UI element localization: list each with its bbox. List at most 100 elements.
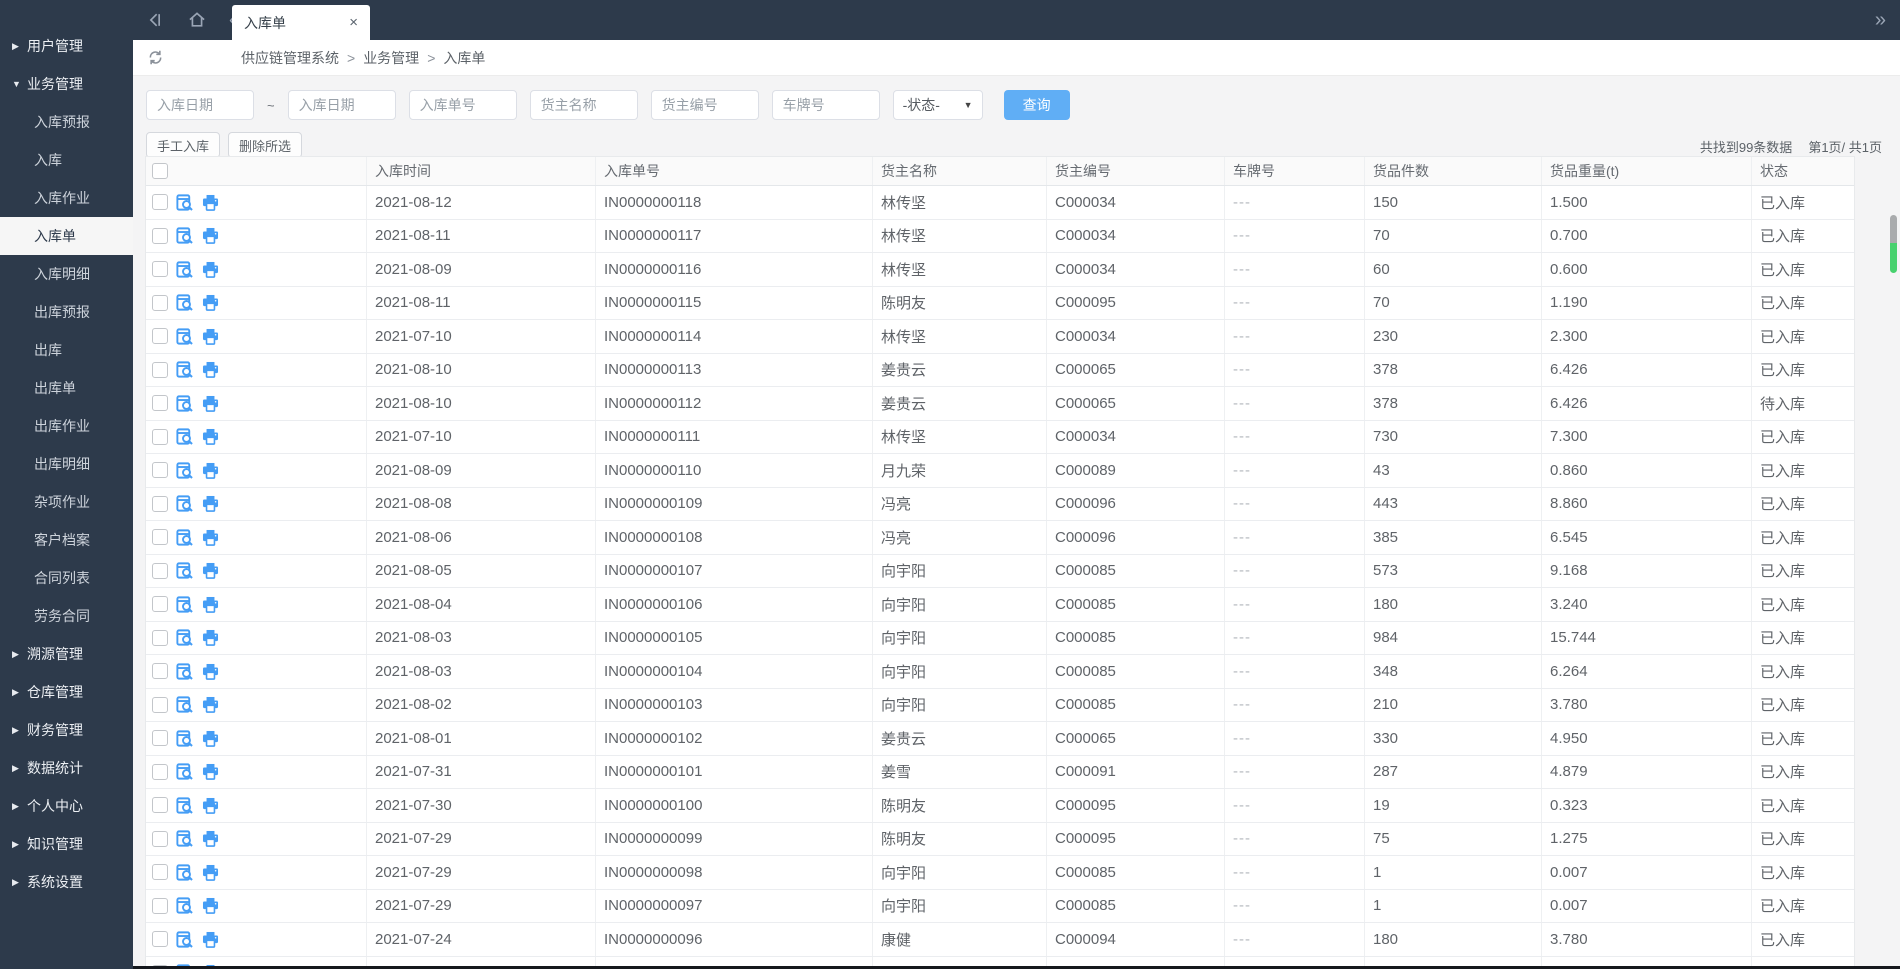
sidebar-item[interactable]: ▶ 数据统计 (0, 749, 133, 787)
view-detail-icon[interactable] (175, 226, 194, 245)
owner-name-input[interactable] (529, 90, 638, 120)
view-detail-icon[interactable] (175, 461, 194, 480)
print-icon[interactable] (201, 796, 220, 815)
scrollbar-thumb[interactable] (1890, 215, 1897, 243)
print-icon[interactable] (201, 193, 220, 212)
sidebar-item[interactable]: 劳务合同 (0, 597, 133, 635)
sidebar-item[interactable]: 杂项作业 (0, 483, 133, 521)
home-icon[interactable] (187, 10, 207, 30)
view-detail-icon[interactable] (175, 327, 194, 346)
order-no-input[interactable] (408, 90, 517, 120)
sidebar-item[interactable]: ▼ 业务管理 (0, 65, 133, 103)
view-detail-icon[interactable] (175, 863, 194, 882)
view-detail-icon[interactable] (175, 293, 194, 312)
sidebar-item[interactable]: 入库作业 (0, 179, 133, 217)
refresh-icon[interactable] (146, 48, 165, 67)
row-checkbox[interactable] (152, 294, 168, 311)
manual-inbound-button[interactable]: 手工入库 (146, 132, 221, 158)
print-icon[interactable] (201, 327, 220, 346)
print-icon[interactable] (201, 528, 220, 547)
view-detail-icon[interactable] (175, 394, 194, 413)
sidebar-item[interactable]: ▶ 财务管理 (0, 711, 133, 749)
view-detail-icon[interactable] (175, 729, 194, 748)
row-checkbox[interactable] (152, 529, 168, 546)
row-checkbox[interactable] (152, 495, 168, 512)
sidebar-item[interactable]: 客户档案 (0, 521, 133, 559)
print-icon[interactable] (201, 494, 220, 513)
plate-no-input[interactable] (771, 90, 880, 120)
owner-code-input[interactable] (650, 90, 759, 120)
sidebar-item[interactable]: ▶ 溯源管理 (0, 635, 133, 673)
row-checkbox[interactable] (152, 897, 168, 914)
sidebar-item[interactable]: ▶ 系统设置 (0, 863, 133, 901)
sidebar-item[interactable]: 出库预报 (0, 293, 133, 331)
view-detail-icon[interactable] (175, 628, 194, 647)
print-icon[interactable] (201, 662, 220, 681)
row-checkbox[interactable] (152, 361, 168, 378)
row-checkbox[interactable] (152, 629, 168, 646)
sidebar-item[interactable]: 入库单 (0, 217, 133, 255)
back-to-start-icon[interactable] (145, 10, 165, 30)
tab-close-icon[interactable]: × (349, 14, 358, 31)
print-icon[interactable] (201, 628, 220, 647)
print-icon[interactable] (201, 394, 220, 413)
print-icon[interactable] (201, 896, 220, 915)
sidebar-item[interactable]: 出库作业 (0, 407, 133, 445)
print-icon[interactable] (201, 930, 220, 949)
row-checkbox[interactable] (152, 194, 168, 211)
row-checkbox[interactable] (152, 663, 168, 680)
row-checkbox[interactable] (152, 596, 168, 613)
status-select[interactable]: -状态- ▼ (892, 90, 983, 120)
row-checkbox[interactable] (152, 395, 168, 412)
sidebar-item[interactable]: 入库明细 (0, 255, 133, 293)
print-icon[interactable] (201, 360, 220, 379)
row-checkbox[interactable] (152, 462, 168, 479)
sidebar-item[interactable]: ▶ 用户管理 (0, 27, 133, 65)
date-from-input[interactable] (146, 90, 254, 120)
sidebar-item[interactable]: 出库单 (0, 369, 133, 407)
view-detail-icon[interactable] (175, 930, 194, 949)
print-icon[interactable] (201, 226, 220, 245)
row-checkbox[interactable] (152, 328, 168, 345)
row-checkbox[interactable] (152, 227, 168, 244)
select-all-checkbox[interactable] (152, 163, 168, 179)
delete-selected-button[interactable]: 删除所选 (228, 132, 303, 158)
view-detail-icon[interactable] (175, 360, 194, 379)
row-checkbox[interactable] (152, 931, 168, 948)
breadcrumb-business[interactable]: 业务管理 (363, 48, 419, 68)
view-detail-icon[interactable] (175, 528, 194, 547)
row-checkbox[interactable] (152, 428, 168, 445)
sidebar-item[interactable]: ▶ 个人中心 (0, 787, 133, 825)
view-detail-icon[interactable] (175, 427, 194, 446)
print-icon[interactable] (201, 427, 220, 446)
print-icon[interactable] (201, 829, 220, 848)
print-icon[interactable] (201, 595, 220, 614)
tab-inbound-orders[interactable]: 入库单 × (232, 5, 370, 40)
row-checkbox[interactable] (152, 261, 168, 278)
view-detail-icon[interactable] (175, 695, 194, 714)
view-detail-icon[interactable] (175, 561, 194, 580)
sidebar-item[interactable]: 出库明细 (0, 445, 133, 483)
view-detail-icon[interactable] (175, 595, 194, 614)
view-detail-icon[interactable] (175, 193, 194, 212)
row-checkbox[interactable] (152, 830, 168, 847)
date-to-input[interactable] (287, 90, 396, 120)
sidebar-item[interactable]: ▶ 仓库管理 (0, 673, 133, 711)
view-detail-icon[interactable] (175, 829, 194, 848)
print-icon[interactable] (201, 293, 220, 312)
view-detail-icon[interactable] (175, 662, 194, 681)
view-detail-icon[interactable] (175, 494, 194, 513)
row-checkbox[interactable] (152, 696, 168, 713)
row-checkbox[interactable] (152, 864, 168, 881)
view-detail-icon[interactable] (175, 260, 194, 279)
print-icon[interactable] (201, 762, 220, 781)
view-detail-icon[interactable] (175, 896, 194, 915)
view-detail-icon[interactable] (175, 762, 194, 781)
row-checkbox[interactable] (152, 797, 168, 814)
view-detail-icon[interactable] (175, 796, 194, 815)
print-icon[interactable] (201, 863, 220, 882)
row-checkbox[interactable] (152, 562, 168, 579)
vertical-scrollbar[interactable] (1890, 215, 1897, 273)
print-icon[interactable] (201, 461, 220, 480)
sidebar-item[interactable]: 入库预报 (0, 103, 133, 141)
